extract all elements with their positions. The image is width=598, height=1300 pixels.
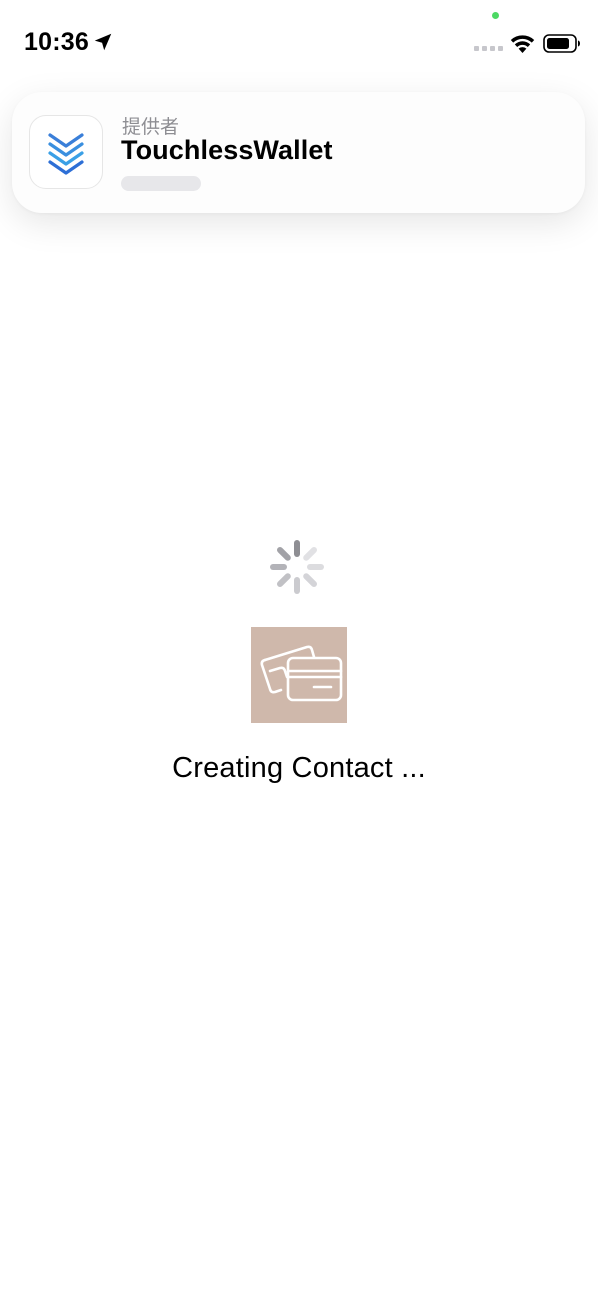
app-name: TouchlessWallet bbox=[121, 135, 333, 165]
battery-icon bbox=[543, 34, 580, 53]
activity-spinner-icon bbox=[270, 540, 324, 594]
status-time: 10:36 bbox=[24, 28, 89, 56]
contact-thumbnail bbox=[251, 627, 347, 723]
screen: 10:36 提供者 TouchlessWallet Creating Conta… bbox=[0, 0, 598, 1300]
loading-placeholder-bar bbox=[121, 176, 201, 191]
creating-contact-status: Creating Contact ... bbox=[172, 752, 426, 784]
touchlesswallet-logo-icon bbox=[48, 133, 84, 175]
provider-banner[interactable]: 提供者 TouchlessWallet bbox=[12, 92, 585, 213]
status-bar: 10:36 bbox=[0, 0, 598, 80]
privacy-indicator-dot bbox=[492, 12, 499, 19]
cards-icon bbox=[260, 645, 343, 702]
location-arrow-icon bbox=[94, 33, 112, 51]
cellular-signal-icon bbox=[474, 46, 503, 51]
wifi-icon bbox=[510, 35, 535, 53]
app-icon bbox=[29, 115, 103, 189]
